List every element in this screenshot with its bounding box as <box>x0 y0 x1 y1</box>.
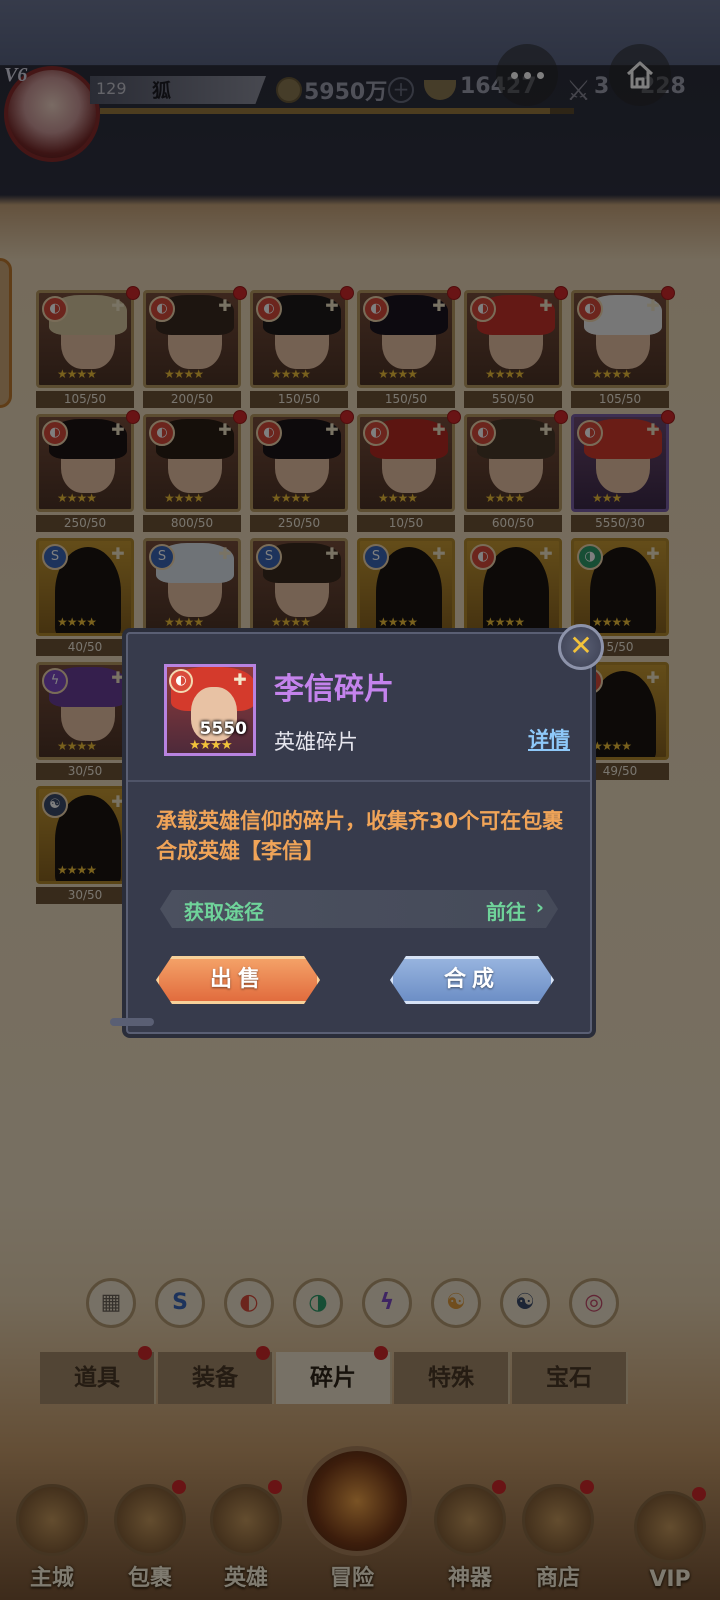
item-count: 5550 <box>199 719 247 739</box>
item-type: 英雄碎片 <box>274 730 358 754</box>
compose-button[interactable]: 合成 <box>390 956 554 1004</box>
close-button[interactable]: ✕ <box>558 624 604 670</box>
acquire-source-row[interactable]: 获取途径 前往 › <box>160 890 558 928</box>
item-title: 李信碎片 <box>274 672 394 707</box>
sell-button[interactable]: 出售 <box>156 956 320 1004</box>
fragment-detail-dialog: ◐ ✚ 5550 ★★★★ 李信碎片 英雄碎片 详情 承载英雄信仰的碎片，收集齐… <box>126 632 592 1034</box>
goto-label: 前往 <box>486 900 526 924</box>
item-description: 承载英雄信仰的碎片，收集齐30个可在包裹合成英雄【李信】 <box>156 809 564 863</box>
detail-link[interactable]: 详情 <box>528 724 570 754</box>
acquire-source-label: 获取途径 <box>184 900 264 924</box>
item-stars: ★★★★ <box>189 738 233 753</box>
dialog-ornament <box>110 1018 154 1026</box>
fragment-mark-icon: ✚ <box>233 670 247 689</box>
chevron-right-icon: › <box>535 895 544 919</box>
fragment-item-icon: ◐ ✚ 5550 ★★★★ <box>164 664 256 756</box>
dialog-divider <box>128 780 590 782</box>
fire-element-icon: ◐ <box>169 669 193 693</box>
